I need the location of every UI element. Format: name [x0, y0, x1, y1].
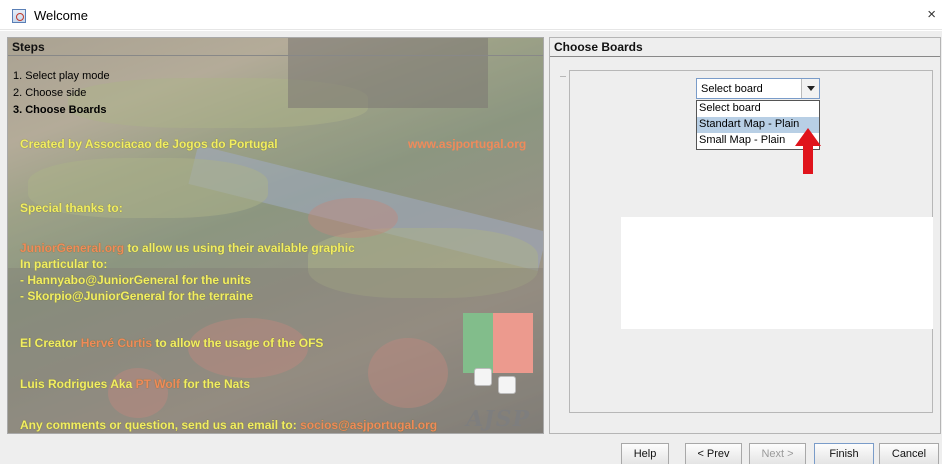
board-select-value: Select board	[701, 83, 763, 95]
java-app-icon	[12, 9, 26, 23]
choose-boards-panel: Choose Boards Select board Select board …	[549, 37, 941, 434]
step-item: 1. Select play mode	[13, 70, 110, 82]
wizard-frame: AJSP Steps 1. Select play mode 2. Choose…	[0, 31, 942, 464]
credit-creator: El Creator Hervé Curtis to allow the usa…	[20, 336, 324, 350]
credit-terrain: - Skorpio@JuniorGeneral for the terraine	[20, 289, 254, 303]
finish-button[interactable]: Finish	[814, 443, 874, 464]
choose-boards-header: Choose Boards	[554, 40, 643, 54]
window-title: Welcome	[34, 8, 88, 23]
step-item-current: 3. Choose Boards	[13, 104, 107, 116]
board-select[interactable]: Select board	[696, 78, 820, 99]
red-up-arrow-icon	[795, 128, 821, 174]
steps-panel: AJSP Steps 1. Select play mode 2. Choose…	[7, 37, 544, 434]
help-button[interactable]: Help	[621, 443, 669, 464]
prev-button[interactable]: < Prev	[685, 443, 742, 464]
credit-special-thanks: Special thanks to:	[20, 201, 123, 215]
steps-list: 1. Select play mode 2. Choose side 3. Ch…	[13, 68, 110, 119]
credit-email: Any comments or question, send us an ema…	[20, 418, 438, 432]
credit-association: Created by Associacao de Jogos do Portug…	[20, 137, 278, 151]
credit-junior-general: JuniorGeneral.org to allow us using thei…	[20, 241, 355, 255]
board-option-select[interactable]: Select board	[697, 101, 819, 117]
credit-in-particular: In particular to:	[20, 257, 108, 271]
chevron-down-icon[interactable]	[801, 79, 819, 98]
cancel-button[interactable]: Cancel	[879, 443, 939, 464]
close-icon[interactable]: ×	[927, 6, 936, 23]
step-item: 2. Choose side	[13, 87, 87, 99]
credit-units: - Hannyabo@JuniorGeneral for the units	[20, 273, 252, 287]
credit-luis: Luis Rodrigues Aka PT Wolf for the Nats	[20, 377, 251, 391]
title-bar: Welcome ×	[0, 0, 942, 30]
steps-header: Steps	[8, 38, 543, 56]
website-link: www.asjportugal.org	[408, 137, 527, 151]
next-button[interactable]: Next >	[749, 443, 806, 464]
board-preview-area	[621, 217, 933, 329]
